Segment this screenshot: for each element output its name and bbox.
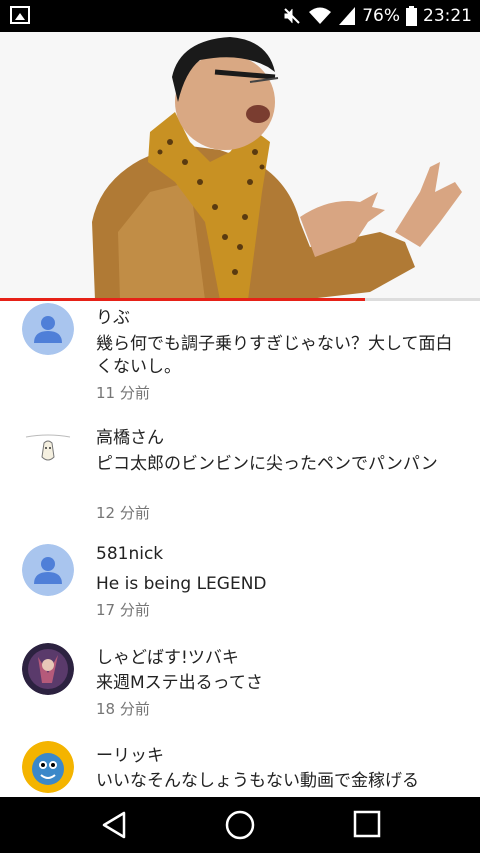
comment-time: 11 分前 xyxy=(96,384,150,402)
home-button[interactable] xyxy=(224,797,256,853)
video-frame xyxy=(0,32,480,300)
comment-item[interactable]: りぶ 幾ら何でも調子乗りすぎじゃない？大して面白くないし。 11 分前 xyxy=(0,301,480,421)
signal-icon xyxy=(339,7,356,25)
comment-author[interactable]: 581nick xyxy=(96,544,163,564)
comment-text: He is being LEGEND xyxy=(96,574,267,594)
back-button[interactable] xyxy=(98,797,130,853)
video-player[interactable] xyxy=(0,32,480,300)
comment-text: 来週Mステ出るってさ xyxy=(96,673,263,693)
comment-item[interactable]: 高橋さん ピコ太郎のビンビンに尖ったペンでパンパン 12 分前 xyxy=(0,421,480,541)
battery-icon xyxy=(406,6,417,26)
clock: 23:21 xyxy=(423,6,472,26)
comment-item[interactable]: しゃどばす!ツバキ 来週Mステ出るってさ 18 分前 xyxy=(0,641,480,741)
battery-percent: 76% xyxy=(362,6,400,26)
home-icon xyxy=(225,810,255,840)
navigation-bar xyxy=(0,797,480,853)
avatar[interactable] xyxy=(22,544,74,596)
default-avatar-icon xyxy=(22,544,74,596)
wifi-icon xyxy=(309,7,332,24)
comment-item[interactable]: 581nick He is being LEGEND 17 分前 xyxy=(0,542,480,642)
comment-list[interactable]: りぶ 幾ら何でも調子乗りすぎじゃない？大して面白くないし。 11 分前 高橋さん… xyxy=(0,301,480,797)
avatar[interactable] xyxy=(22,643,74,695)
avatar[interactable] xyxy=(22,423,74,475)
default-avatar-icon xyxy=(22,303,74,355)
comment-text: ピコ太郎のビンビンに尖ったペンでパンパン xyxy=(96,454,438,474)
avatar[interactable] xyxy=(22,741,74,793)
status-bar: 76% 23:21 xyxy=(0,0,480,32)
anime-avatar-icon xyxy=(22,643,74,695)
avatar[interactable] xyxy=(22,303,74,355)
gallery-icon xyxy=(10,6,30,24)
comment-item[interactable]: ーリッキ いいなそんなしょうもない動画で金稼げる xyxy=(0,739,480,797)
recents-icon xyxy=(353,810,381,838)
comment-time: 17 分前 xyxy=(96,601,150,619)
comment-author[interactable]: しゃどばす!ツバキ xyxy=(96,643,239,668)
comment-time: 12 分前 xyxy=(96,504,150,522)
comment-author[interactable]: ーリッキ xyxy=(96,741,164,766)
drawing-avatar-icon xyxy=(22,423,74,475)
comment-author[interactable]: 高橋さん xyxy=(96,423,164,448)
back-icon xyxy=(102,811,126,839)
mute-icon xyxy=(284,8,300,24)
cartoon-avatar-icon xyxy=(22,741,74,793)
comment-author[interactable]: りぶ xyxy=(96,303,130,328)
comment-time: 18 分前 xyxy=(96,700,150,718)
comment-text: いいなそんなしょうもない動画で金稼げる xyxy=(96,771,419,791)
recents-button[interactable] xyxy=(351,797,383,853)
comment-text: 幾ら何でも調子乗りすぎじゃない？大して面白くないし。 xyxy=(96,334,453,377)
